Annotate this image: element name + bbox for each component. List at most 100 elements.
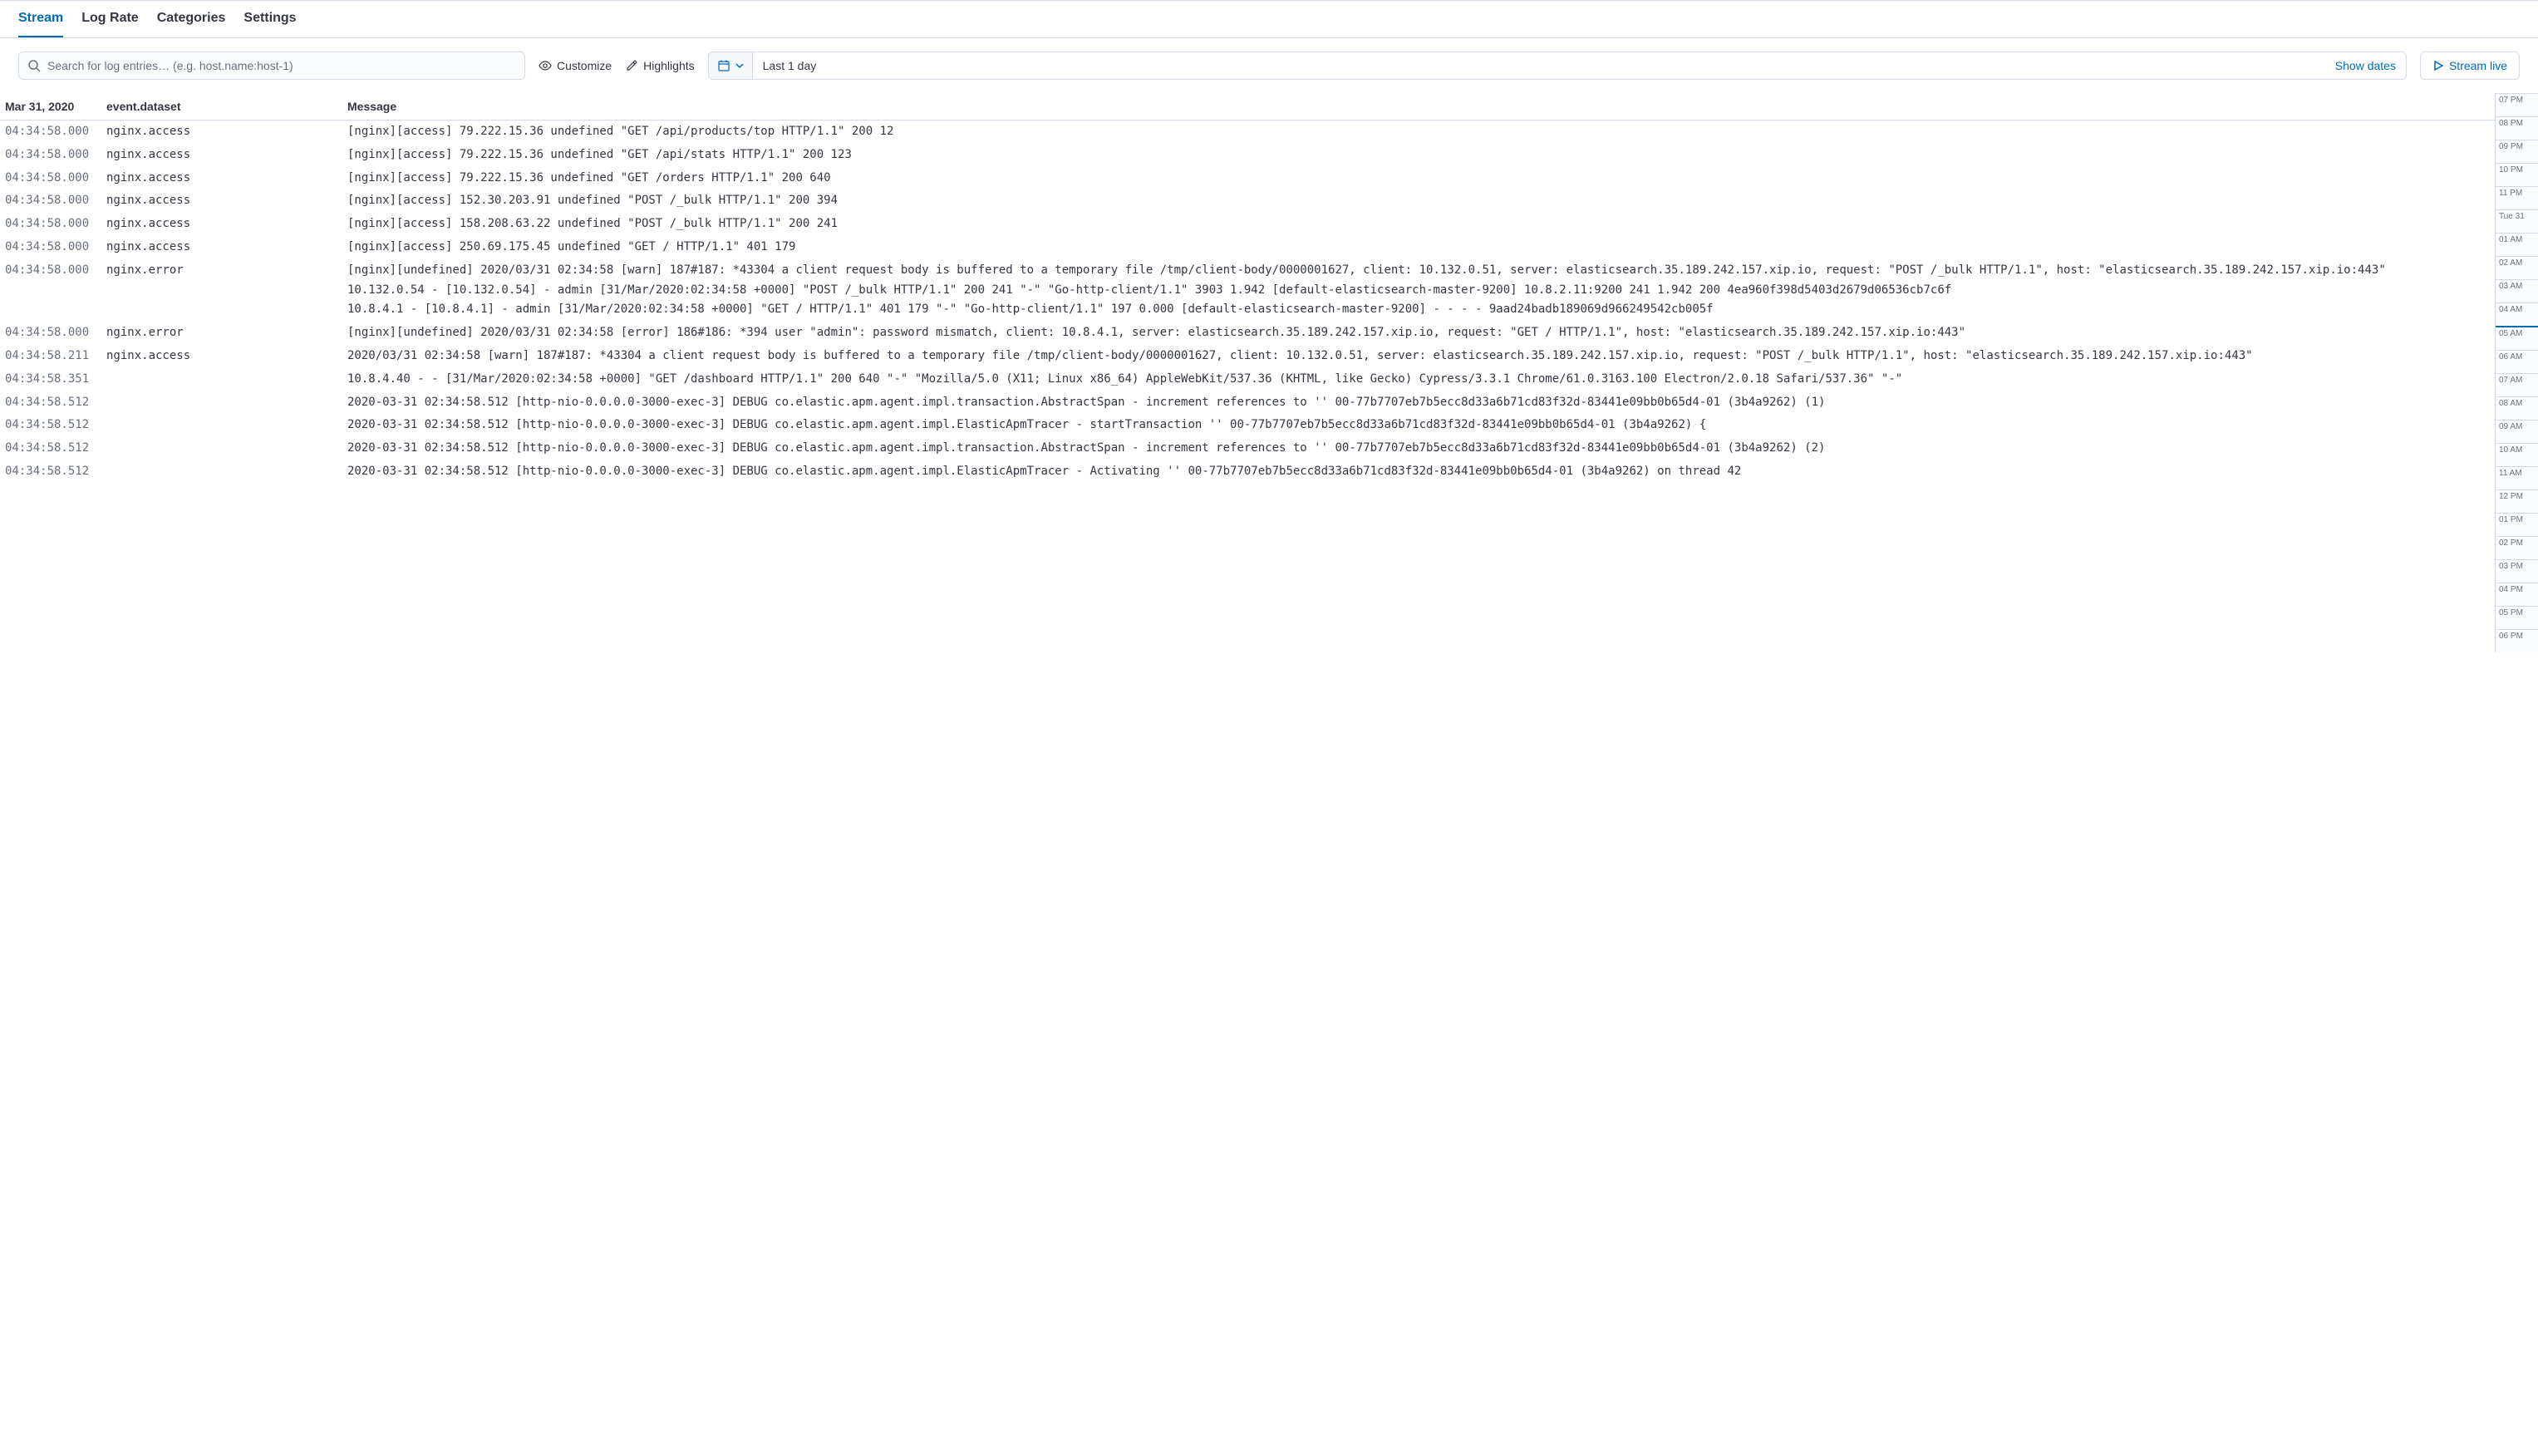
customize-label: Customize: [557, 59, 612, 72]
minimap-tick[interactable]: 03 PM: [2496, 559, 2538, 583]
header-dataset: event.dataset: [106, 100, 347, 113]
minimap-tick[interactable]: 12 PM: [2496, 489, 2538, 513]
log-time: 04:34:58.000: [5, 145, 106, 165]
highlights-button[interactable]: Highlights: [625, 59, 694, 72]
log-dataset: nginx.access: [106, 214, 347, 234]
minimap-tick[interactable]: 04 AM: [2496, 303, 2538, 326]
minimap-tick[interactable]: 11 AM: [2496, 466, 2538, 489]
log-message: [nginx][undefined] 2020/03/31 02:34:58 […: [347, 261, 2490, 320]
log-row[interactable]: 04:34:58.211nginx.access2020/03/31 02:34…: [0, 345, 2495, 368]
log-rows: 04:34:58.000nginx.access[nginx][access] …: [0, 121, 2495, 484]
chevron-down-icon: [735, 61, 744, 70]
log-row[interactable]: 04:34:58.5122020-03-31 02:34:58.512 [htt…: [0, 391, 2495, 415]
header-time: Mar 31, 2020: [5, 100, 106, 113]
calendar-icon: [717, 59, 730, 72]
log-time: 04:34:58.000: [5, 238, 106, 258]
date-picker-button[interactable]: [709, 52, 753, 79]
highlights-label: Highlights: [643, 59, 694, 72]
log-message: [nginx][access] 79.222.15.36 undefined "…: [347, 145, 2490, 165]
minimap-tick[interactable]: 03 AM: [2496, 279, 2538, 303]
log-dataset: [106, 439, 347, 459]
play-icon: [2432, 60, 2444, 71]
log-row[interactable]: 04:34:58.35110.8.4.40 - - [31/Mar/2020:0…: [0, 368, 2495, 391]
search-input-container[interactable]: [18, 52, 525, 80]
log-message: [nginx][access] 79.222.15.36 undefined "…: [347, 122, 2490, 142]
date-picker: Last 1 day Show dates: [708, 52, 2407, 80]
tab-log-rate[interactable]: Log Rate: [81, 1, 138, 37]
minimap-tick[interactable]: Tue 31: [2496, 209, 2538, 233]
log-time: 04:34:58.512: [5, 393, 106, 413]
log-dataset: nginx.access: [106, 238, 347, 258]
search-input[interactable]: [47, 59, 516, 72]
log-dataset: nginx.access: [106, 122, 347, 142]
log-time: 04:34:58.000: [5, 323, 106, 343]
minimap-tick[interactable]: 02 PM: [2496, 536, 2538, 559]
log-dataset: [106, 462, 347, 482]
minimap-tick[interactable]: 10 AM: [2496, 443, 2538, 466]
log-row[interactable]: 04:34:58.000nginx.access[nginx][access] …: [0, 167, 2495, 190]
log-row[interactable]: 04:34:58.000nginx.access[nginx][access] …: [0, 189, 2495, 213]
tab-categories[interactable]: Categories: [157, 1, 226, 37]
tab-settings[interactable]: Settings: [243, 1, 296, 37]
log-message: [nginx][access] 79.222.15.36 undefined "…: [347, 169, 2490, 189]
tab-stream[interactable]: Stream: [18, 1, 63, 37]
minimap-tick[interactable]: 11 PM: [2496, 186, 2538, 209]
log-time: 04:34:58.000: [5, 261, 106, 320]
minimap-tick[interactable]: 05 PM: [2496, 606, 2538, 629]
log-row[interactable]: 04:34:58.5122020-03-31 02:34:58.512 [htt…: [0, 437, 2495, 460]
minimap-tick[interactable]: 01 PM: [2496, 513, 2538, 536]
minimap-tick[interactable]: 07 PM: [2496, 93, 2538, 116]
log-time: 04:34:58.000: [5, 122, 106, 142]
log-dataset: nginx.access: [106, 347, 347, 366]
log-message: 10.8.4.40 - - [31/Mar/2020:02:34:58 +000…: [347, 370, 2490, 390]
log-row[interactable]: 04:34:58.000nginx.access[nginx][access] …: [0, 121, 2495, 144]
log-dataset: nginx.error: [106, 323, 347, 343]
log-time: 04:34:58.000: [5, 169, 106, 189]
log-message: 2020-03-31 02:34:58.512 [http-nio-0.0.0.…: [347, 416, 2490, 435]
log-message: [nginx][access] 158.208.63.22 undefined …: [347, 214, 2490, 234]
stream-live-button[interactable]: Stream live: [2420, 52, 2520, 80]
log-time: 04:34:58.211: [5, 347, 106, 366]
customize-button[interactable]: Customize: [539, 59, 612, 72]
log-time: 04:34:58.000: [5, 191, 106, 211]
log-dataset: [106, 370, 347, 390]
minimap-tick[interactable]: 06 AM: [2496, 350, 2538, 373]
log-dataset: nginx.access: [106, 191, 347, 211]
minimap-tick[interactable]: 09 PM: [2496, 140, 2538, 163]
log-dataset: nginx.access: [106, 169, 347, 189]
minimap-tick[interactable]: 06 PM: [2496, 629, 2538, 652]
log-row[interactable]: 04:34:58.512 2020-03-31 02:34:58.512 [htt…: [0, 414, 2495, 437]
log-row[interactable]: 04:34:58.000nginx.access[nginx][access] …: [0, 213, 2495, 236]
minimap-tick[interactable]: 04 PM: [2496, 583, 2538, 606]
log-row[interactable]: 04:34:58.000nginx.access[nginx][access] …: [0, 144, 2495, 167]
log-message: 2020-03-31 02:34:58.512 [http-nio-0.0.0.…: [347, 462, 2490, 482]
search-icon: [27, 59, 41, 72]
log-message: [nginx][access] 250.69.175.45 undefined …: [347, 238, 2490, 258]
minimap-tick[interactable]: 05 AM: [2496, 326, 2538, 350]
log-row[interactable]: 04:34:58.000nginx.error[nginx][undefined…: [0, 259, 2495, 322]
minimap-tick[interactable]: 01 AM: [2496, 233, 2538, 256]
log-row[interactable]: 04:34:58.000nginx.access[nginx][access] …: [0, 236, 2495, 259]
log-row[interactable]: 04:34:58.5122020-03-31 02:34:58.512 [htt…: [0, 460, 2495, 484]
log-headers: Mar 31, 2020 event.dataset Message: [0, 93, 2495, 121]
date-range-text[interactable]: Last 1 day: [753, 52, 2325, 79]
log-message: 2020/03/31 02:34:58 [warn] 187#187: *433…: [347, 347, 2490, 366]
tabs: Stream Log Rate Categories Settings: [0, 1, 2538, 38]
log-dataset: [106, 416, 347, 435]
minimap-tick[interactable]: 09 AM: [2496, 420, 2538, 443]
highlighter-icon: [625, 59, 638, 72]
show-dates-button[interactable]: Show dates: [2325, 52, 2406, 79]
toolbar: Customize Highlights Last 1 day Show dat…: [0, 38, 2538, 93]
minimap-tick[interactable]: 08 PM: [2496, 116, 2538, 140]
minimap-tick[interactable]: 10 PM: [2496, 163, 2538, 186]
minimap-tick[interactable]: 07 AM: [2496, 373, 2538, 396]
minimap[interactable]: 07 PM08 PM09 PM10 PM11 PMTue 3101 AM02 A…: [2495, 93, 2538, 652]
eye-icon: [539, 59, 552, 72]
log-time: 04:34:58.512: [5, 439, 106, 459]
log-time: 04:34:58.000: [5, 214, 106, 234]
minimap-tick[interactable]: 02 AM: [2496, 256, 2538, 279]
minimap-tick[interactable]: 08 AM: [2496, 396, 2538, 420]
log-message: [nginx][undefined] 2020/03/31 02:34:58 […: [347, 323, 2490, 343]
log-time: 04:34:58.512: [5, 416, 106, 435]
log-row[interactable]: 04:34:58.000nginx.error[nginx][undefined…: [0, 322, 2495, 345]
